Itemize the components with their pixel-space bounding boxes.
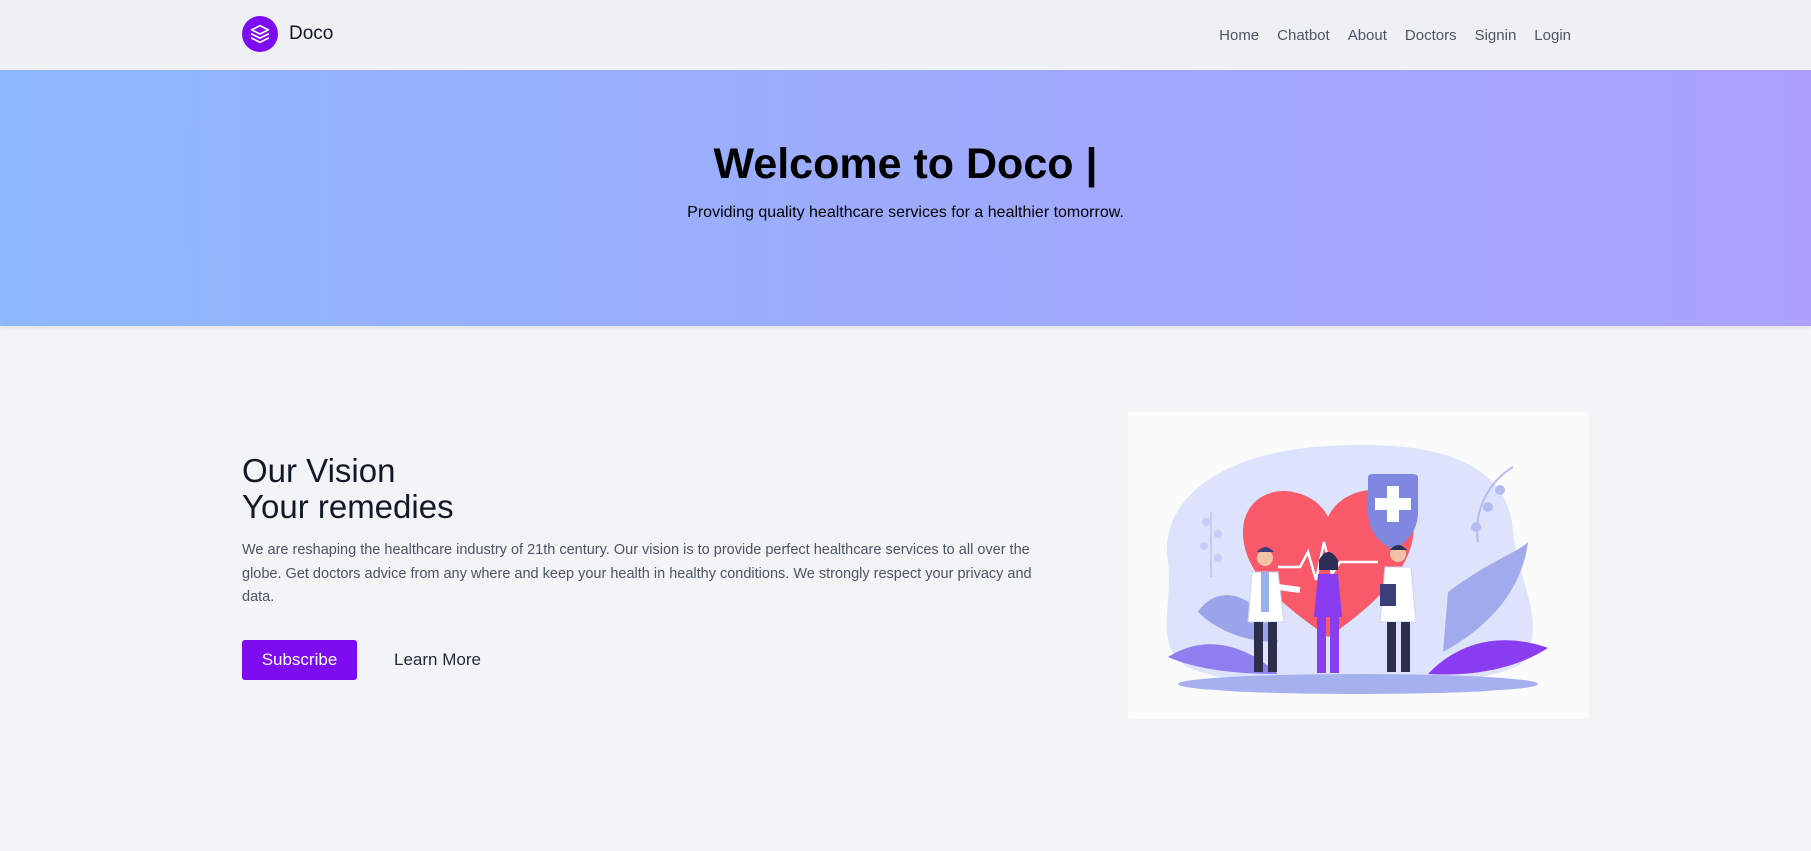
nav-login-link[interactable]: Login: [1534, 27, 1571, 44]
nav-chatbot-link[interactable]: Chatbot: [1277, 27, 1330, 44]
brand[interactable]: Doco: [242, 16, 333, 52]
vision-actions: Subscribe Learn More: [242, 639, 1042, 680]
vision-section: Our Vision Your remedies We are reshapin…: [242, 453, 1042, 680]
navbar: Doco Home Chatbot About Doctors Signin L…: [0, 0, 1811, 70]
hero-banner: Welcome to Doco | Providing quality heal…: [0, 70, 1811, 326]
healthcare-illustration: [1128, 412, 1589, 719]
hero-title: Welcome to Doco |: [713, 140, 1098, 188]
nav-home-link[interactable]: Home: [1219, 27, 1259, 44]
nav-about-link[interactable]: About: [1348, 27, 1387, 44]
healthcare-team-illustration: [1166, 444, 1548, 694]
brand-name: Doco: [289, 23, 334, 44]
hero-subtitle: Providing quality healthcare services fo…: [687, 204, 1124, 221]
subscribe-button[interactable]: Subscribe: [242, 639, 357, 680]
learn-more-button[interactable]: Learn More: [394, 650, 481, 670]
nav-doctors-link[interactable]: Doctors: [1405, 27, 1457, 44]
nav-signin-link[interactable]: Signin: [1475, 27, 1517, 44]
vision-title-line2: Your remedies: [242, 488, 454, 525]
vision-heading: Our Vision Your remedies: [242, 453, 1042, 525]
layers-icon: [242, 16, 278, 52]
vision-description: We are reshaping the healthcare industry…: [242, 542, 1032, 605]
nav-links: Home Chatbot About Doctors Signin Login: [1219, 0, 1571, 70]
vision-title-line1: Our Vision: [242, 452, 396, 489]
